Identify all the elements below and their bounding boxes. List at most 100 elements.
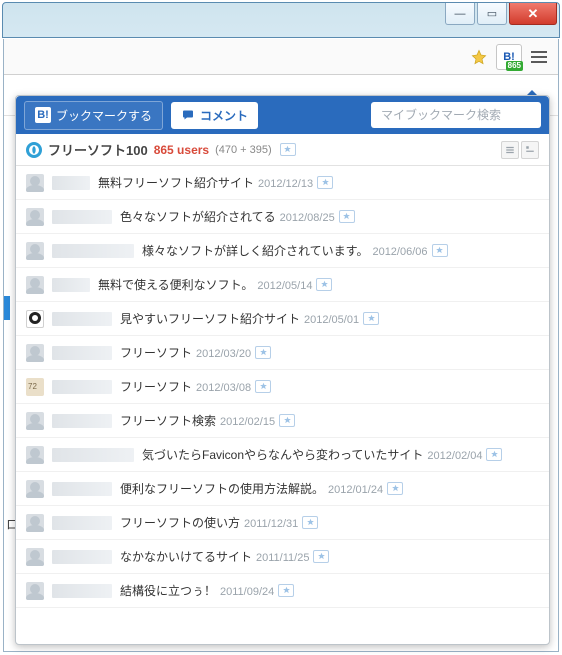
comments-list[interactable]: 無料フリーソフト紹介サイト 2012/12/13 色々なソフトが紹介されてる 2012…: [16, 166, 549, 644]
username[interactable]: [52, 414, 112, 428]
add-star-icon[interactable]: [255, 346, 271, 359]
comment-row[interactable]: フリーソフト2012/03/08: [16, 370, 549, 404]
comment-body: 結構役に立つぅ！2011/09/24: [120, 582, 294, 600]
comment-row[interactable]: フリーソフト検索2012/02/15: [16, 404, 549, 438]
add-star-icon[interactable]: [486, 448, 502, 461]
add-star-icon[interactable]: [279, 414, 295, 427]
comment-row[interactable]: 色々なソフトが紹介されてる 2012/08/25: [16, 200, 549, 234]
search-input[interactable]: [377, 108, 536, 122]
username[interactable]: [52, 278, 90, 292]
add-star-icon[interactable]: [363, 312, 379, 325]
comment-text: 様々なソフトが詳しく紹介されています。: [142, 244, 368, 258]
add-star-icon[interactable]: [255, 380, 271, 393]
add-star-icon[interactable]: [432, 244, 448, 257]
comment-button-label: コメント: [200, 107, 248, 124]
comment-body: 気づいたらFaviconやらなんやら変わっていたサイト2012/02/04: [142, 446, 502, 464]
username[interactable]: [52, 244, 134, 258]
avatar[interactable]: [26, 480, 44, 498]
comment-date: 2011/11/25: [256, 552, 309, 564]
close-button[interactable]: ✕: [509, 3, 557, 25]
bookmark-star-icon[interactable]: [466, 44, 492, 70]
chrome-menu-icon[interactable]: [526, 44, 552, 70]
username[interactable]: [52, 312, 112, 326]
avatar[interactable]: [26, 208, 44, 226]
view-list-icon[interactable]: [501, 141, 519, 159]
add-star-icon[interactable]: [278, 584, 294, 597]
comment-row[interactable]: なかなかいけてるサイト2011/11/25: [16, 540, 549, 574]
bookmark-button[interactable]: B! ブックマークする: [24, 101, 163, 130]
avatar[interactable]: [26, 174, 44, 192]
users-count[interactable]: 865 users: [154, 143, 209, 157]
username[interactable]: [52, 210, 112, 224]
comment-body: フリーソフトの使い方2011/12/31: [120, 514, 318, 532]
avatar[interactable]: [26, 548, 44, 566]
comment-text: 見やすいフリーソフト紹介サイト: [120, 312, 300, 326]
add-star-icon[interactable]: [313, 550, 329, 563]
avatar[interactable]: [26, 582, 44, 600]
avatar[interactable]: [26, 514, 44, 532]
comment-row[interactable]: 無料フリーソフト紹介サイト 2012/12/13: [16, 166, 549, 200]
view-compact-icon[interactable]: [521, 141, 539, 159]
avatar[interactable]: [26, 412, 44, 430]
comment-text: 便利なフリーソフトの使用方法解説。: [120, 482, 324, 496]
username[interactable]: [52, 482, 112, 496]
add-star-icon[interactable]: [317, 176, 333, 189]
comment-row[interactable]: フリーソフトの使い方2011/12/31: [16, 506, 549, 540]
comment-date: 2012/05/01: [304, 314, 359, 326]
site-name: フリーソフト100: [48, 140, 148, 159]
maximize-icon: ▭: [487, 7, 497, 20]
bookmark-button-label: ブックマークする: [56, 107, 152, 124]
username[interactable]: [52, 516, 112, 530]
minimize-button[interactable]: —: [445, 3, 475, 25]
hatena-b-logo-icon: B!: [35, 107, 51, 123]
avatar[interactable]: [26, 344, 44, 362]
comment-date: 2012/01/24: [328, 484, 383, 496]
username[interactable]: [52, 176, 90, 190]
add-star-icon[interactable]: [316, 278, 332, 291]
maximize-button[interactable]: ▭: [477, 3, 507, 25]
site-star-add-icon[interactable]: [280, 143, 296, 156]
comment-body: 無料で使える便利なソフト。2012/05/14: [98, 276, 332, 294]
popup-header: B! ブックマークする コメント: [16, 96, 549, 134]
add-star-icon[interactable]: [339, 210, 355, 223]
comment-row[interactable]: 様々なソフトが詳しく紹介されています。2012/06/06: [16, 234, 549, 268]
comment-body: なかなかいけてるサイト2011/11/25: [120, 548, 329, 566]
comment-text: 色々なソフトが紹介されてる: [120, 210, 276, 224]
comment-date: 2012/08/25: [280, 212, 335, 224]
comment-row[interactable]: 気づいたらFaviconやらなんやら変わっていたサイト2012/02/04: [16, 438, 549, 472]
comment-row[interactable]: 結構役に立つぅ！2011/09/24: [16, 574, 549, 608]
comment-date: 2011/09/24: [220, 586, 274, 598]
avatar[interactable]: [26, 276, 44, 294]
comment-body: 様々なソフトが詳しく紹介されています。2012/06/06: [142, 242, 448, 260]
site-bar: フリーソフト100 865 users (470 + 395): [16, 134, 549, 166]
users-breakdown: (470 + 395): [215, 144, 272, 156]
comment-row[interactable]: 無料で使える便利なソフト。2012/05/14: [16, 268, 549, 302]
add-star-icon[interactable]: [387, 482, 403, 495]
comment-row[interactable]: 見やすいフリーソフト紹介サイト 2012/05/01: [16, 302, 549, 336]
comment-text: フリーソフトの使い方: [120, 516, 240, 530]
search-box[interactable]: [371, 102, 541, 128]
username[interactable]: [52, 380, 112, 394]
comment-button[interactable]: コメント: [171, 102, 258, 129]
avatar[interactable]: [26, 378, 44, 396]
site-favicon-icon: [26, 142, 42, 158]
comment-text: 気づいたらFaviconやらなんやら変わっていたサイト: [142, 448, 423, 462]
comment-row[interactable]: 便利なフリーソフトの使用方法解説。 2012/01/24: [16, 472, 549, 506]
comment-text: フリーソフト: [120, 380, 192, 394]
avatar[interactable]: [26, 446, 44, 464]
comment-body: 色々なソフトが紹介されてる 2012/08/25: [120, 208, 355, 226]
close-icon: ✕: [528, 6, 539, 22]
add-star-icon[interactable]: [302, 516, 318, 529]
hatena-extension-icon[interactable]: B! 865: [496, 44, 522, 70]
username[interactable]: [52, 584, 112, 598]
comment-date: 2012/05/14: [257, 280, 312, 292]
comment-date: 2012/12/13: [258, 178, 313, 190]
avatar[interactable]: [26, 310, 44, 328]
username[interactable]: [52, 346, 112, 360]
comment-row[interactable]: フリーソフト2012/03/20: [16, 336, 549, 370]
comment-text: 無料フリーソフト紹介サイト: [98, 176, 254, 190]
username[interactable]: [52, 448, 134, 462]
avatar[interactable]: [26, 242, 44, 260]
username[interactable]: [52, 550, 112, 564]
speech-bubble-icon: [181, 109, 195, 121]
